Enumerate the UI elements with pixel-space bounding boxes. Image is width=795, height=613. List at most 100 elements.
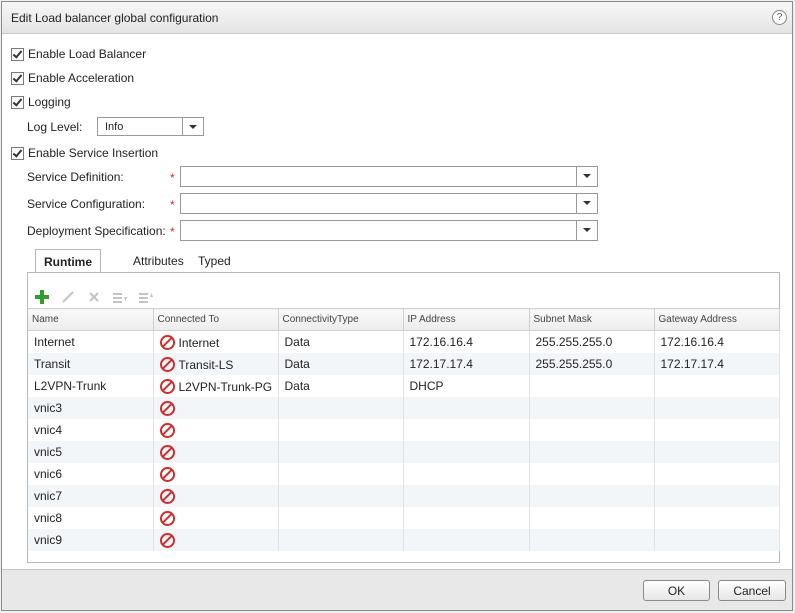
logging-checkbox-row[interactable]: Logging	[11, 95, 71, 109]
enable-acceleration-checkbox-row[interactable]: Enable Acceleration	[11, 71, 134, 85]
column-header-subnet-mask[interactable]: Subnet Mask	[529, 308, 655, 331]
runtime-nics-panel: Name Connected To ConnectivityType IP Ad…	[27, 272, 780, 563]
table-cell: Internet	[153, 330, 279, 353]
column-header-connectivity-type[interactable]: ConnectivityType	[278, 308, 404, 331]
column-header-name[interactable]: Name	[28, 308, 154, 331]
cell-text: Data	[284, 379, 310, 393]
table-cell	[278, 419, 404, 441]
service-configuration-label: Service Configuration:	[27, 197, 146, 211]
cell-text: Internet	[34, 335, 75, 349]
table-row[interactable]: L2VPN-Trunk L2VPN-Trunk-PG Data DHCP	[28, 375, 780, 397]
cell-text: vnic7	[34, 489, 63, 503]
enable-service-insertion-checkbox[interactable]	[11, 146, 24, 160]
table-cell	[153, 529, 279, 551]
disconnected-icon	[159, 510, 175, 526]
table-cell: L2VPN-Trunk-PG	[153, 375, 279, 397]
runtime-nics-table: Name Connected To ConnectivityType IP Ad…	[28, 308, 780, 551]
table-cell: 172.17.17.4	[403, 353, 530, 375]
cell-text: Data	[284, 335, 310, 349]
table-cell: vnic3	[28, 397, 154, 419]
table-cell	[153, 441, 279, 463]
help-icon[interactable]: ?	[772, 10, 787, 25]
column-header-ip-address[interactable]: IP Address	[403, 308, 530, 331]
chevron-down-icon[interactable]	[576, 194, 597, 213]
edit-icon[interactable]	[60, 289, 76, 305]
enable-lb-checkbox[interactable]	[11, 47, 24, 61]
disconnected-icon	[159, 488, 175, 504]
enable-lb-checkbox-row[interactable]: Enable Load Balancer	[11, 47, 146, 61]
tab-typed-attributes[interactable]: Typed Attributes	[198, 249, 249, 292]
table-cell: 172.17.17.4	[654, 353, 780, 375]
table-cell: vnic9	[28, 529, 154, 551]
tab-attributes[interactable]: Attributes	[133, 249, 184, 273]
table-cell	[153, 485, 279, 507]
chevron-down-icon[interactable]	[576, 167, 597, 186]
logging-label: Logging	[28, 95, 71, 109]
column-header-connected-to[interactable]: Connected To	[153, 308, 279, 331]
deployment-specification-select[interactable]	[180, 220, 598, 241]
nic-toolbar	[34, 289, 154, 305]
disconnected-icon	[159, 334, 175, 350]
table-header-row: Name Connected To ConnectivityType IP Ad…	[28, 308, 780, 331]
enable-acceleration-label: Enable Acceleration	[28, 71, 135, 85]
chevron-down-icon[interactable]	[576, 221, 597, 240]
cell-text: L2VPN-Trunk-PG	[178, 379, 273, 394]
add-icon[interactable]	[34, 289, 50, 305]
disconnected-icon	[159, 378, 175, 394]
table-row[interactable]: vnic7	[28, 485, 780, 507]
table-row[interactable]: vnic4	[28, 419, 780, 441]
chevron-down-icon[interactable]	[182, 118, 203, 135]
tab-runtime-nics[interactable]: Runtime NICs	[35, 249, 101, 293]
nic-table-body: Internet Internet Data 172.16.16.4 255.255.2…	[28, 330, 780, 551]
disconnected-icon	[159, 356, 175, 372]
enable-lb-label: Enable Load Balancer	[28, 47, 147, 61]
table-cell: DHCP	[403, 375, 530, 397]
table-row[interactable]: vnic6	[28, 463, 780, 485]
move-down-icon[interactable]	[112, 289, 128, 305]
table-cell	[529, 507, 655, 529]
cell-text: vnic4	[34, 423, 63, 437]
table-cell	[153, 463, 279, 485]
ok-button[interactable]: OK	[643, 580, 710, 601]
enable-acceleration-checkbox[interactable]	[11, 71, 24, 85]
table-cell: 172.16.16.4	[403, 330, 530, 353]
service-definition-select[interactable]	[180, 166, 598, 187]
table-cell	[403, 419, 530, 441]
cell-text: vnic6	[34, 467, 63, 481]
table-row[interactable]: vnic9	[28, 529, 780, 551]
table-cell	[153, 507, 279, 529]
table-cell	[403, 397, 530, 419]
cancel-button[interactable]: Cancel	[718, 580, 786, 601]
enable-service-insertion-row[interactable]: Enable Service Insertion	[11, 146, 158, 160]
table-cell	[529, 463, 655, 485]
table-cell: Data	[278, 375, 404, 397]
table-cell	[529, 419, 655, 441]
disconnected-icon	[159, 444, 175, 460]
table-row[interactable]: Transit Transit-LS Data 172.17.17.4 255.255.…	[28, 353, 780, 375]
disconnected-icon	[159, 422, 175, 438]
move-up-icon[interactable]	[138, 289, 154, 305]
delete-icon[interactable]	[86, 289, 102, 305]
table-row[interactable]: vnic8	[28, 507, 780, 529]
column-header-gateway-address[interactable]: Gateway Address	[654, 308, 780, 331]
table-cell	[529, 485, 655, 507]
required-marker: *	[170, 225, 175, 239]
table-row[interactable]: vnic5	[28, 441, 780, 463]
table-row[interactable]: Internet Internet Data 172.16.16.4 255.255.2…	[28, 330, 780, 353]
log-level-select[interactable]: Info	[97, 117, 204, 136]
table-cell	[654, 485, 780, 507]
cell-text: 172.17.17.4	[660, 357, 724, 371]
logging-checkbox[interactable]	[11, 95, 24, 109]
cell-text: 172.16.16.4	[660, 335, 724, 349]
table-cell: Transit-LS	[153, 353, 279, 375]
table-cell	[529, 397, 655, 419]
table-cell: Internet	[28, 330, 154, 353]
cell-text: vnic3	[34, 401, 63, 415]
service-configuration-select[interactable]	[180, 193, 598, 214]
cell-text: Transit	[34, 357, 71, 371]
table-row[interactable]: vnic3	[28, 397, 780, 419]
table-cell	[278, 529, 404, 551]
table-cell: vnic6	[28, 463, 154, 485]
cell-text: Transit-LS	[178, 357, 234, 372]
table-cell	[529, 441, 655, 463]
